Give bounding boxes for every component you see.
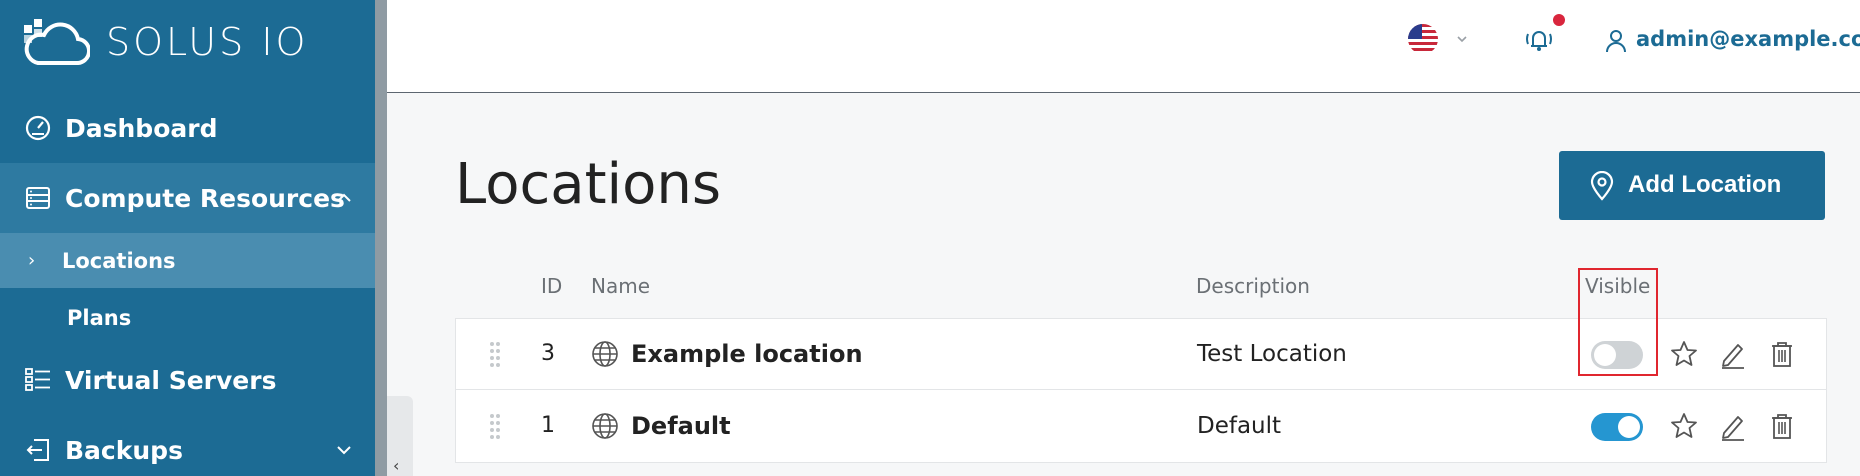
backups-icon [24, 436, 52, 464]
sidebar-item-label: Dashboard [65, 113, 218, 143]
us-flag-icon [1408, 24, 1438, 54]
virtual-servers-icon [24, 366, 52, 394]
sidebar-item-virtual-servers[interactable]: Virtual Servers [0, 348, 375, 412]
sidebar-item-label: Virtual Servers [65, 365, 277, 395]
globe-icon [592, 413, 618, 439]
chevron-down-icon [337, 446, 351, 455]
column-header-description[interactable]: Description [1196, 274, 1310, 298]
notification-bell-icon[interactable] [1523, 24, 1555, 56]
chevron-up-icon [337, 193, 351, 202]
cell-description: Test Location [1197, 341, 1347, 367]
sidebar-item-label: Plans [67, 305, 132, 330]
cell-id: 1 [541, 413, 555, 438]
drag-handle-icon[interactable] [488, 411, 502, 441]
trash-icon[interactable] [1767, 339, 1797, 369]
chevron-left-icon: ‹ [393, 456, 400, 475]
page-title: Locations [455, 152, 722, 217]
add-location-label: Add Location [1628, 171, 1782, 198]
visible-toggle[interactable] [1591, 413, 1643, 441]
sidebar-item-compute-resources[interactable]: Compute Resources [0, 163, 375, 233]
sidebar-item-dashboard[interactable]: Dashboard [0, 98, 375, 158]
sidebar-item-backups[interactable]: Backups [0, 418, 375, 476]
map-pin-icon [1590, 171, 1614, 201]
user-email[interactable]: admin@example.com [1636, 27, 1860, 51]
logo-text: SOLUS IO [106, 20, 309, 64]
cell-description: Default [1197, 413, 1282, 439]
solus-io-logo[interactable]: SOLUS IO [24, 14, 308, 70]
sidebar-item-label: Backups [65, 435, 183, 465]
visible-column-highlight [1578, 268, 1658, 376]
add-location-button[interactable]: Add Location [1559, 151, 1825, 220]
collapse-sidebar-button[interactable]: ‹ [387, 396, 413, 476]
language-selector[interactable] [1408, 24, 1438, 54]
cell-name[interactable]: Default [631, 412, 731, 440]
chevron-down-icon[interactable] [1456, 33, 1468, 45]
drag-handle-icon[interactable] [488, 339, 502, 369]
toggle-knob [1618, 416, 1640, 438]
cell-name[interactable]: Example location [631, 340, 863, 368]
column-header-id[interactable]: ID [541, 274, 562, 298]
sidebar-item-plans[interactable]: Plans [0, 290, 375, 345]
table-row: 1 Default Default [456, 391, 1826, 462]
trash-icon[interactable] [1767, 411, 1797, 441]
dashboard-icon [24, 114, 52, 142]
chevron-right-icon: › [28, 250, 36, 271]
sidebar-item-label: Compute Resources [65, 183, 345, 213]
sidebar-item-label: Locations [62, 248, 176, 273]
sidebar-scrollbar[interactable] [375, 0, 387, 476]
compute-resources-icon [24, 184, 52, 212]
edit-icon[interactable] [1718, 339, 1748, 369]
notification-badge [1553, 14, 1565, 26]
sidebar-item-locations[interactable]: › Locations [0, 233, 375, 288]
star-icon[interactable] [1669, 411, 1699, 441]
column-header-name[interactable]: Name [591, 274, 650, 298]
cloud-logo-icon [24, 19, 90, 65]
globe-icon [592, 341, 618, 367]
edit-icon[interactable] [1718, 411, 1748, 441]
star-icon[interactable] [1669, 339, 1699, 369]
sidebar: SOLUS IO Dashboard Compute Resources › L… [0, 0, 375, 476]
cell-id: 3 [541, 341, 555, 366]
user-icon[interactable] [1604, 28, 1628, 54]
